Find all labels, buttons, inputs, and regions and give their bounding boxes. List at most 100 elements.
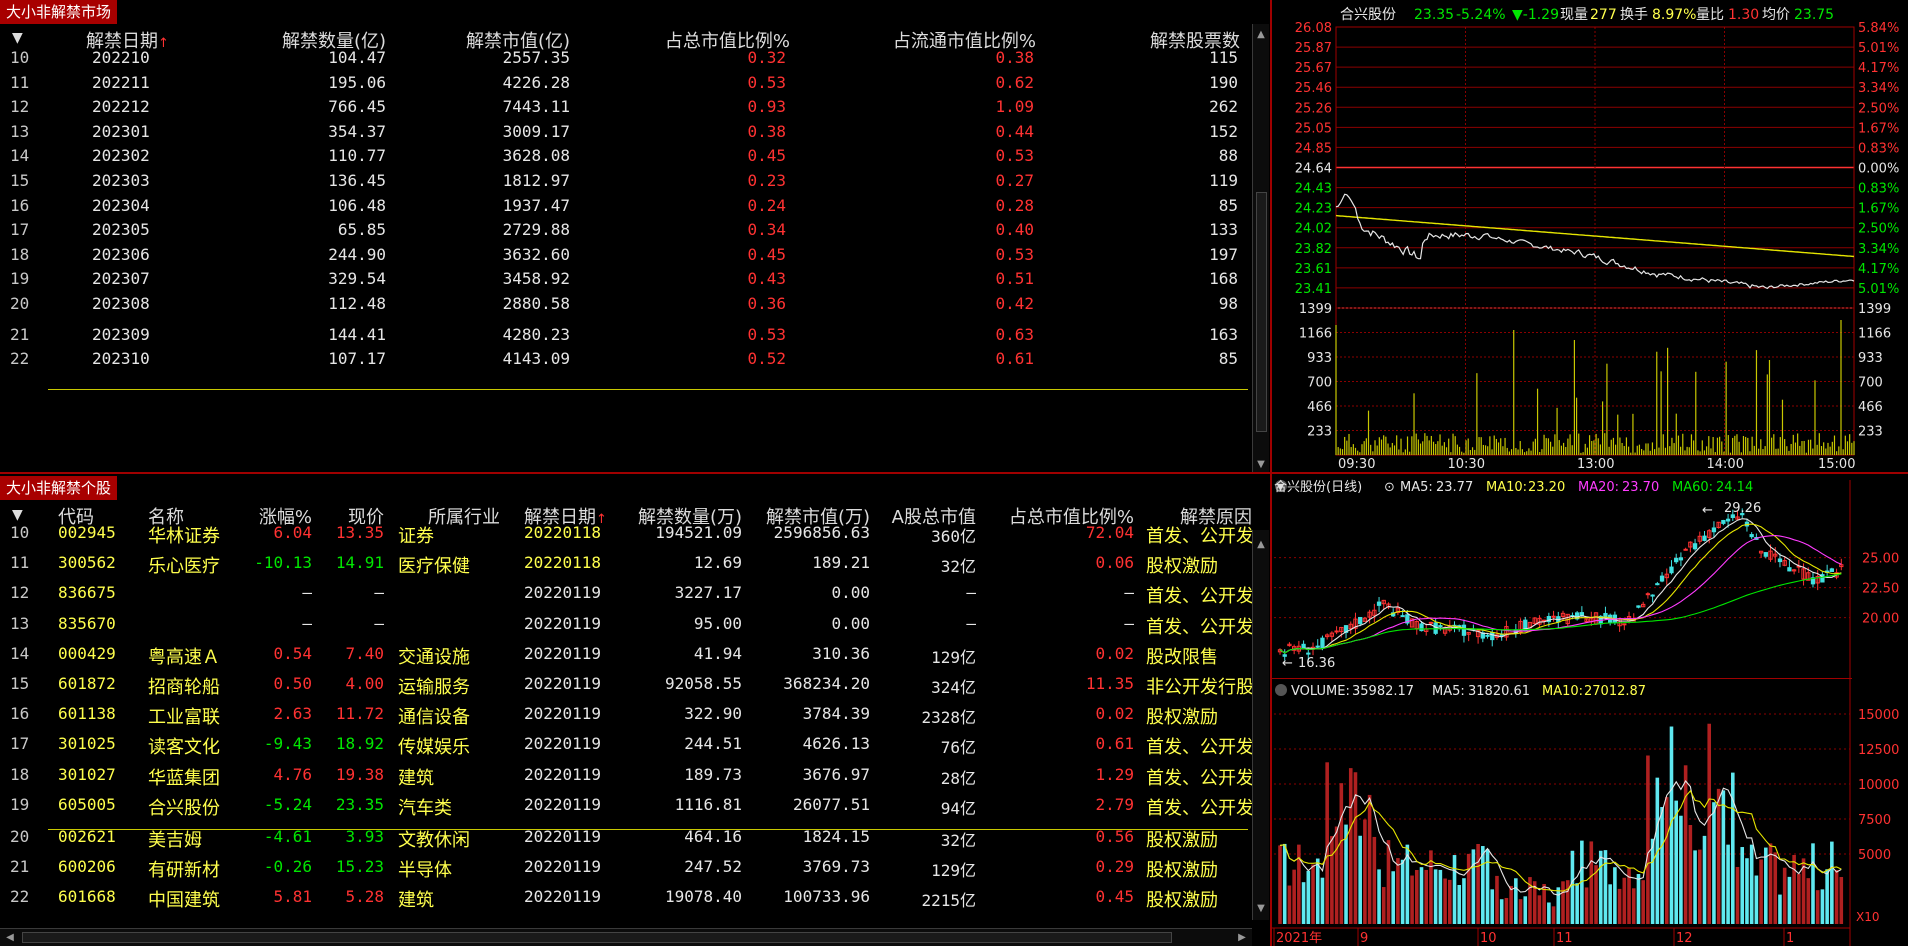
market-cell-mv: 3632.60: [502, 244, 570, 264]
market-cell-mv: 1937.47: [502, 195, 570, 215]
market-cell-idx: 13: [10, 121, 30, 141]
stock-cell-qty: 3227.17: [674, 583, 742, 603]
volume-bar: [1306, 870, 1311, 924]
volume-bar: [1721, 790, 1726, 924]
candle-body: [1763, 552, 1768, 557]
volume-bar: [1471, 849, 1476, 924]
volume-bar: [1754, 875, 1759, 924]
candle-body: [1749, 534, 1754, 538]
ma60-line: [1279, 573, 1842, 654]
daily-divider: [1272, 678, 1852, 679]
stock-cell-qty: 244.51: [684, 734, 742, 754]
chart-area[interactable]: 合兴股份 23.35 -5.24% ▼-1.29 现量 277 换手 8.97%…: [1272, 0, 1908, 946]
stock-cell-qty: 92058.55: [664, 674, 742, 693]
stock-cell-chg: -0.26: [263, 857, 312, 877]
stock-cell-reason: 首发、公开发: [1146, 737, 1252, 759]
time-label: 10:30: [1448, 457, 1485, 472]
candle-body: [1551, 615, 1556, 618]
volume-bar: [1278, 845, 1282, 924]
stock-cell-code: 600206: [58, 857, 116, 877]
stock-cell-idx: 16: [10, 704, 30, 724]
stock-cell-reason: 股改限售: [1146, 646, 1218, 668]
scroll-down-icon[interactable]: ▼: [1253, 902, 1269, 916]
scroll-up-icon[interactable]: ▲: [1253, 28, 1269, 42]
market-cell-count: 98: [1218, 294, 1238, 313]
market-cell-date: 202310: [92, 349, 150, 369]
market-cell-date: 202301: [92, 121, 150, 141]
vol-tick: 12500: [1858, 743, 1899, 758]
market-cell-idx: 16: [10, 195, 30, 215]
volume-bar: [1311, 864, 1315, 924]
market-cell-count: 119: [1209, 171, 1238, 190]
market-cell-pct_float: 0.42: [995, 294, 1034, 313]
stock-cell-name: 合兴股份: [148, 797, 220, 819]
volume-bar: [1773, 852, 1778, 924]
volume-bar: [1778, 894, 1782, 924]
market-cell-date: 202211: [92, 72, 150, 92]
scroll-left-icon[interactable]: ◀: [2, 931, 18, 945]
vol-tick: 233: [1307, 425, 1332, 440]
scroll-right-icon[interactable]: ▶: [1234, 931, 1250, 945]
hscroll-thumb[interactable]: [22, 932, 1172, 943]
pct-tick: 3.34%: [1858, 81, 1899, 96]
market-cell-mv: 2557.35: [502, 48, 570, 67]
candle-body: [1650, 594, 1655, 597]
pct-tick: 0.83%: [1858, 182, 1899, 197]
time-label: 09:30: [1338, 457, 1375, 472]
intraday-chg: ▼-1.29: [1512, 7, 1559, 23]
market-cell-date: 202306: [92, 244, 150, 264]
stock-cell-pct: 0.61: [1095, 734, 1134, 754]
volume-bar: [1693, 850, 1697, 924]
volume-bar: [1797, 873, 1801, 924]
stock-cell-cap: 32亿: [940, 557, 976, 577]
stock-cell-pct: 0.02: [1095, 643, 1134, 663]
market-scrollbar[interactable]: ▲ ▼: [1252, 24, 1269, 472]
volume-bar: [1556, 887, 1561, 924]
scroll-up-icon[interactable]: ▲: [1253, 538, 1269, 552]
stocks-hscrollbar[interactable]: ◀ ▶: [0, 928, 1252, 946]
volume-bar: [1504, 897, 1509, 924]
stock-cell-chg: –: [302, 613, 312, 633]
vol-collapse-icon[interactable]: [1275, 684, 1287, 696]
stocks-sort-toggle[interactable]: ▼: [12, 507, 23, 523]
volume-bar: [1287, 885, 1292, 924]
volume-bar: [1575, 883, 1579, 924]
market-cell-mv: 1812.97: [502, 171, 570, 190]
vol-tick: 233: [1858, 425, 1883, 440]
market-cell-idx: 14: [10, 146, 30, 166]
stock-cell-idx: 18: [10, 764, 30, 784]
date-label: 11: [1556, 931, 1573, 946]
daily-settings-icon[interactable]: ⊙: [1384, 480, 1395, 495]
market-cell-pct_float: 0.61: [995, 349, 1034, 369]
stock-cell-mv: 2596856.63: [773, 523, 870, 542]
intraday-ratio: 1.30: [1728, 7, 1759, 23]
scroll-thumb[interactable]: [1256, 192, 1267, 432]
volume-bar: [1806, 878, 1811, 924]
intraday-grid: [1335, 26, 1855, 456]
stock-cell-chg: 0.54: [273, 643, 312, 663]
stock-cell-idx: 22: [10, 887, 30, 907]
volume-bar: [1481, 846, 1485, 924]
market-cell-pct_total: 0.43: [747, 269, 786, 289]
stock-cell-mv: 189.21: [812, 553, 870, 573]
market-cell-pct_float: 0.53: [995, 244, 1034, 264]
stock-cell-chg: 4.76: [273, 764, 312, 784]
volume-bar: [1297, 844, 1301, 924]
stocks-scrollbar[interactable]: ▲ ▼: [1252, 530, 1269, 920]
volume-bar: [1443, 878, 1447, 924]
volume-bar: [1419, 867, 1424, 924]
stock-cell-ind: 证券: [398, 526, 434, 547]
vol-unit: X10: [1856, 910, 1880, 924]
stock-cell-pct: 1.29: [1095, 764, 1134, 784]
market-cell-qty: 104.47: [328, 48, 386, 67]
market-sort-toggle[interactable]: ▼: [12, 30, 23, 46]
scroll-down-icon[interactable]: ▼: [1253, 458, 1269, 472]
stock-cell-name: 华蓝集团: [148, 767, 220, 789]
volume-bar: [1363, 819, 1367, 924]
ma10-line: [1279, 523, 1842, 654]
stock-cell-ind: 运输服务: [398, 677, 470, 698]
stock-cell-idx: 21: [10, 857, 30, 877]
stock-cell-price: 19.38: [335, 764, 384, 784]
pct-tick: 0.00%: [1858, 162, 1899, 177]
volume-bar: [1462, 878, 1466, 924]
